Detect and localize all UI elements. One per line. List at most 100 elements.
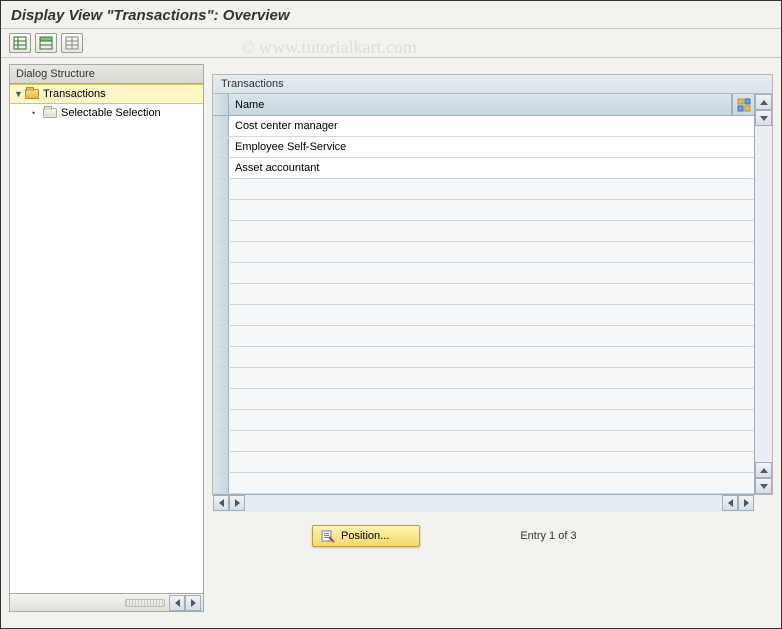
table-row-empty[interactable] — [213, 200, 754, 221]
page-title: Display View "Transactions": Overview — [11, 7, 771, 24]
table-row-empty[interactable] — [213, 452, 754, 473]
table-grid-icon — [13, 36, 27, 50]
tree-node-label: Selectable Selection — [61, 107, 161, 119]
vscroll-up-button[interactable] — [755, 94, 772, 110]
row-selector[interactable] — [213, 326, 229, 346]
tree-footer — [10, 593, 203, 611]
chevron-right-icon — [191, 599, 196, 607]
toolbar-btn-3[interactable] — [61, 33, 83, 53]
row-selector[interactable] — [213, 305, 229, 325]
table-rows-container: Cost center managerEmployee Self-Service… — [213, 116, 754, 494]
cell-name[interactable]: Cost center manager — [229, 116, 754, 136]
cell-empty — [229, 410, 754, 430]
chevron-down-icon — [760, 116, 768, 121]
cell-name[interactable]: Employee Self-Service — [229, 137, 754, 157]
chevron-left-icon — [175, 599, 180, 607]
chevron-up-icon — [760, 468, 768, 473]
chevron-up-icon — [760, 100, 768, 105]
table-header-row: Name — [213, 94, 754, 116]
cell-name[interactable]: Asset accountant — [229, 158, 754, 178]
row-selector[interactable] — [213, 116, 229, 136]
row-selector[interactable] — [213, 347, 229, 367]
tree-node-selectable-selection[interactable]: • Selectable Selection — [10, 104, 203, 122]
chevron-down-icon — [760, 484, 768, 489]
cell-empty — [229, 200, 754, 220]
row-selector[interactable] — [213, 473, 229, 493]
row-selector[interactable] — [213, 410, 229, 430]
tree-scroll-right-button[interactable] — [185, 595, 201, 611]
column-header-name[interactable]: Name — [229, 94, 732, 115]
table-row-empty[interactable] — [213, 368, 754, 389]
table-settings-icon — [737, 98, 751, 112]
position-button[interactable]: Position... — [312, 525, 420, 547]
row-selector[interactable] — [213, 242, 229, 262]
hscroll-left-button-2[interactable] — [722, 495, 738, 511]
hscroll-right-button[interactable] — [229, 495, 245, 511]
cell-empty — [229, 263, 754, 283]
chevron-right-icon — [744, 499, 749, 507]
chevron-right-icon — [235, 499, 240, 507]
group-title: Transactions — [213, 75, 772, 94]
app-window: Display View "Transactions": Overview © … — [0, 0, 782, 629]
row-selector[interactable] — [213, 179, 229, 199]
row-selector[interactable] — [213, 221, 229, 241]
table-row-empty[interactable] — [213, 305, 754, 326]
toolbar — [1, 29, 781, 58]
cell-empty — [229, 284, 754, 304]
tree-scroll-left-button[interactable] — [169, 595, 185, 611]
toolbar-btn-2[interactable] — [35, 33, 57, 53]
table-hscroll — [213, 494, 754, 512]
row-selector[interactable] — [213, 452, 229, 472]
cell-empty — [229, 368, 754, 388]
vscroll-track[interactable] — [755, 126, 772, 462]
table-row[interactable]: Asset accountant — [213, 158, 754, 179]
chevron-left-icon — [728, 499, 733, 507]
table-row-empty[interactable] — [213, 389, 754, 410]
table-row-empty[interactable] — [213, 431, 754, 452]
row-selector[interactable] — [213, 200, 229, 220]
table-row-empty[interactable] — [213, 326, 754, 347]
tree-bullet-icon: • — [32, 108, 42, 118]
row-selector[interactable] — [213, 263, 229, 283]
row-selector[interactable] — [213, 368, 229, 388]
table-row[interactable]: Employee Self-Service — [213, 137, 754, 158]
transactions-group: Transactions Name Cost center managerEmp… — [212, 74, 773, 495]
main-panel: Transactions Name Cost center managerEmp… — [212, 64, 773, 612]
toolbar-btn-1[interactable] — [9, 33, 31, 53]
table-row[interactable]: Cost center manager — [213, 116, 754, 137]
row-selector[interactable] — [213, 284, 229, 304]
table-config-icon — [65, 36, 79, 50]
select-all-handle[interactable] — [213, 94, 229, 115]
vscroll-down-button[interactable] — [755, 110, 772, 126]
column-config-button[interactable] — [732, 94, 754, 115]
table-row-empty[interactable] — [213, 221, 754, 242]
row-selector[interactable] — [213, 137, 229, 157]
tree-expand-icon[interactable]: ▼ — [14, 89, 24, 99]
title-bar: Display View "Transactions": Overview — [1, 1, 781, 29]
table-row-empty[interactable] — [213, 263, 754, 284]
vscroll-up-button-2[interactable] — [755, 462, 772, 478]
tree-resize-handle[interactable] — [125, 599, 165, 607]
tree-body: ▼ Transactions • Selectable Selection — [10, 84, 203, 593]
table-row-empty[interactable] — [213, 284, 754, 305]
cell-empty — [229, 326, 754, 346]
hscroll-track[interactable] — [245, 495, 722, 512]
cell-empty — [229, 221, 754, 241]
hscroll-left-button[interactable] — [213, 495, 229, 511]
cell-empty — [229, 305, 754, 325]
vscroll-down-button-2[interactable] — [755, 478, 772, 494]
hscroll-right-button-2[interactable] — [738, 495, 754, 511]
table-row-empty[interactable] — [213, 347, 754, 368]
table-vscroll — [754, 94, 772, 494]
row-selector[interactable] — [213, 431, 229, 451]
tree-header: Dialog Structure — [10, 65, 203, 84]
row-selector[interactable] — [213, 389, 229, 409]
table-row-empty[interactable] — [213, 179, 754, 200]
table-row-empty[interactable] — [213, 242, 754, 263]
table-main: Name Cost center managerEmployee Self-Se… — [213, 94, 754, 494]
tree-node-transactions[interactable]: ▼ Transactions — [10, 84, 203, 104]
chevron-left-icon — [219, 499, 224, 507]
table-row-empty[interactable] — [213, 410, 754, 431]
row-selector[interactable] — [213, 158, 229, 178]
table-row-empty[interactable] — [213, 473, 754, 494]
